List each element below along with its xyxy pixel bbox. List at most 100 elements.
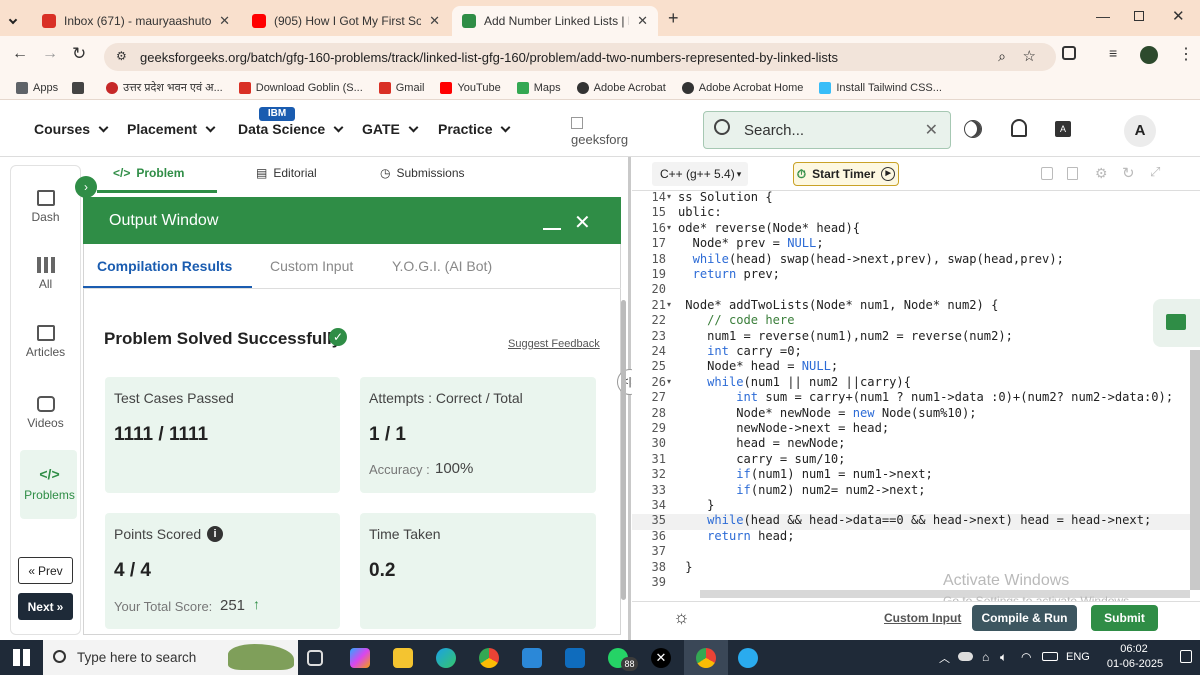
bookmark-adobe-acrobat[interactable]: Adobe Acrobat (576, 81, 666, 94)
tab-submissions[interactable]: ◷ Submissions (380, 166, 465, 180)
nav-courses[interactable]: Courses (34, 121, 109, 137)
rail-item-articles[interactable]: Articles (10, 325, 81, 359)
network-icon[interactable]: ⌂ (982, 650, 989, 664)
language-indicator[interactable]: ENG (1066, 651, 1090, 663)
window-close-icon[interactable]: ✕ (1172, 7, 1185, 25)
task-view-icon[interactable] (307, 650, 323, 666)
wifi-icon[interactable]: ◠ (1021, 650, 1031, 664)
dark-mode-icon[interactable] (964, 120, 982, 138)
tab-custom-input[interactable]: Custom Input (270, 258, 353, 274)
site-search-input[interactable]: Search... ✕ (703, 111, 951, 149)
profile-icon[interactable] (1140, 46, 1158, 64)
file-icon[interactable] (1067, 167, 1078, 180)
chrome-profile-icon[interactable] (696, 648, 716, 668)
close-output-icon[interactable]: ✕ (574, 210, 591, 235)
tab-compilation-results[interactable]: Compilation Results (97, 258, 232, 274)
suggest-feedback-link[interactable]: Suggest Feedback (508, 338, 600, 350)
close-icon[interactable]: ✕ (219, 13, 230, 29)
settings-icon[interactable]: ⚙ (1095, 165, 1108, 182)
reset-icon[interactable]: ↻ (1122, 164, 1135, 182)
rail-item-dash[interactable]: Dash (10, 190, 81, 224)
copy-icon[interactable] (1041, 167, 1053, 180)
media-icon[interactable]: ≡ (1109, 45, 1117, 61)
minimize-output-icon[interactable] (543, 228, 561, 230)
zoom-icon[interactable]: ⌕ (998, 48, 1006, 65)
compile-run-button[interactable]: Compile & Run (972, 605, 1077, 631)
edge-icon[interactable] (436, 648, 456, 668)
restore-icon[interactable] (1134, 11, 1144, 21)
rail-item-videos[interactable]: Videos (10, 396, 81, 430)
left-scrollbar[interactable] (621, 300, 626, 600)
prev-button[interactable]: «Prev (18, 557, 73, 584)
bookmark-tailwind[interactable]: Install Tailwind CSS... (819, 81, 942, 94)
minimize-icon[interactable]: — (1096, 8, 1110, 24)
tray-chevron-icon[interactable]: ︿ (939, 650, 950, 666)
store-icon[interactable] (522, 648, 542, 668)
x-twitter-icon[interactable]: ✕ (651, 648, 671, 668)
theme-sun-icon[interactable]: ☼ (673, 607, 690, 628)
bookmark-gmail[interactable]: Gmail (378, 81, 424, 94)
file-explorer-icon[interactable] (393, 648, 413, 668)
address-bar[interactable]: ⚙ geeksforgeeks.org/batch/gfg-160-proble… (104, 43, 1056, 71)
forward-icon[interactable]: → (42, 45, 58, 63)
rail-item-all[interactable]: All (10, 257, 81, 291)
nav-gate[interactable]: GATE (362, 121, 419, 137)
next-button[interactable]: Next» (18, 593, 73, 620)
translate-icon[interactable]: A (1055, 121, 1071, 137)
bookmark-star-icon[interactable]: ☆ (1023, 47, 1036, 65)
bookmark-adobe-acrobat-home[interactable]: Adobe Acrobat Home (681, 81, 803, 94)
bookmark-youtube[interactable]: YouTube (440, 81, 501, 94)
clock-date[interactable]: 01-06-2025 (1100, 658, 1170, 670)
chrome-icon[interactable] (479, 648, 499, 668)
browser-tab-gfg[interactable]: Add Number Linked Lists | Prac ✕ (452, 6, 658, 36)
info-icon[interactable]: i (207, 526, 223, 542)
extensions-icon[interactable] (1062, 46, 1076, 60)
taskbar-search-input[interactable]: Type here to search (43, 640, 298, 675)
close-icon[interactable]: ✕ (429, 13, 440, 29)
clock-time[interactable]: 06:02 (1109, 643, 1159, 655)
tab-yogi-ai-bot[interactable]: Y.O.G.I. (AI Bot) (392, 258, 492, 274)
nav-data-science[interactable]: Data Science (238, 121, 344, 137)
avatar[interactable]: A (1124, 115, 1156, 147)
menu-icon[interactable]: ⋮ (1178, 44, 1194, 64)
nav-practice[interactable]: Practice (438, 121, 511, 137)
browser-tab-inbox[interactable]: Inbox (671) - mauryaashutosh1 ✕ (32, 6, 240, 36)
telegram-icon[interactable] (738, 648, 758, 668)
volume-icon[interactable]: 🔈︎ (1000, 650, 1007, 665)
bell-icon[interactable] (1011, 119, 1027, 137)
outlook-icon[interactable] (565, 648, 585, 668)
fold-arrow-icon[interactable]: ▾ (667, 223, 671, 232)
site-logo[interactable]: geeksforg (571, 117, 631, 147)
nav-placement[interactable]: Placement (127, 121, 216, 137)
new-tab-icon[interactable]: + (668, 8, 679, 29)
browser-tab-youtube[interactable]: (905) How I Got My First Softwa ✕ (242, 6, 450, 36)
reload-icon[interactable]: ↻ (72, 44, 86, 64)
close-icon[interactable]: ✕ (637, 13, 648, 29)
copilot-icon[interactable] (350, 648, 370, 668)
start-timer-button[interactable]: ⏱ Start Timer ▶ (793, 162, 899, 186)
panel-splitter[interactable] (628, 157, 631, 640)
tab-problem[interactable]: </> Problem (113, 166, 184, 180)
bookmark-grid[interactable] (72, 81, 85, 94)
tab-search-chevron-icon[interactable] (8, 12, 22, 25)
custom-input-link[interactable]: Custom Input (884, 611, 961, 625)
site-info-icon[interactable]: ⚙ (116, 49, 127, 63)
chat-widget-icon[interactable] (1153, 299, 1200, 347)
language-select[interactable]: C++ (g++ 5.4) ▾ (652, 162, 748, 186)
clear-icon[interactable]: ✕ (925, 120, 938, 140)
fold-arrow-icon[interactable]: ▾ (667, 192, 671, 201)
fold-arrow-icon[interactable]: ▾ (667, 377, 671, 386)
bookmark-maps[interactable]: Maps (516, 81, 561, 94)
bookmark-up-gov[interactable]: उत्तर प्रदेश भवन एवं अ... (106, 80, 223, 95)
back-icon[interactable]: ← (12, 45, 28, 63)
battery-icon[interactable] (1042, 652, 1058, 661)
fold-arrow-icon[interactable]: ▾ (667, 300, 671, 309)
editor-scrollbar[interactable] (1190, 350, 1200, 590)
submit-button[interactable]: Submit (1091, 605, 1158, 631)
notifications-icon[interactable] (1180, 650, 1192, 663)
fullscreen-icon[interactable]: ⤢ (1150, 164, 1160, 180)
bookmark-download-goblin[interactable]: Download Goblin (S... (238, 81, 363, 94)
tab-editorial[interactable]: ▤ Editorial (256, 166, 317, 180)
bookmark-apps[interactable]: Apps (16, 81, 58, 94)
windows-start-icon[interactable] (13, 649, 30, 666)
